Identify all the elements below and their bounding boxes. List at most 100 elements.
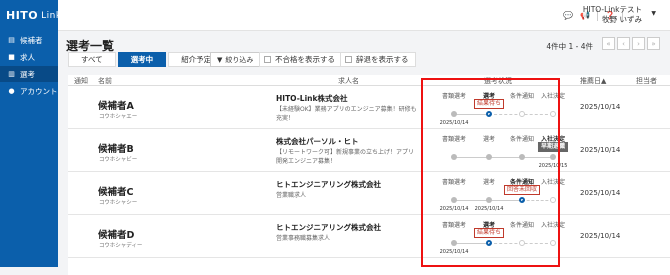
selection-progress: 書類選考 選考 条件通知 入社決定 結果待ち 2025/10/14 — [430, 86, 565, 129]
stage-label: 書類選考 — [441, 136, 467, 143]
candidate-kana: コウホシャビー — [99, 157, 138, 163]
progress-line — [522, 200, 553, 201]
stage-label: 条件通知 — [509, 222, 535, 229]
book-icon: ▥ — [8, 70, 15, 78]
stage-dot — [451, 154, 457, 160]
checkbox-box — [264, 56, 271, 63]
prev-page-icon[interactable]: ‹ — [617, 37, 630, 50]
stage-date: 2025/10/14 — [439, 206, 469, 212]
filter-label: 絞り込み — [225, 55, 254, 64]
stage-label: 選考 — [482, 179, 496, 186]
sidebar-item-candidates[interactable]: ▤ 候補者 — [0, 32, 58, 48]
stage-date: 2025/10/14 — [439, 120, 469, 126]
sidebar-item-label: 候補者 — [20, 35, 43, 45]
tab-all[interactable]: すべて — [68, 52, 116, 67]
logo[interactable]: HITO Link — [0, 0, 61, 31]
briefcase-icon: ■ — [8, 53, 15, 61]
stage-dot — [550, 154, 556, 160]
logo-text: HITO — [6, 9, 39, 22]
recommend-date: 2025/10/14 — [580, 103, 621, 111]
col-status[interactable]: 選考状況 — [484, 76, 512, 86]
candidate-name[interactable]: 候補者A — [98, 98, 134, 112]
stage-label: 書類選考 — [441, 179, 467, 186]
sidebar-item-jobs[interactable]: ■ 求人 — [0, 49, 58, 65]
job-title[interactable]: 営業職求人 — [276, 191, 418, 200]
sidebar-item-selection[interactable]: ▥ 選考 — [0, 66, 58, 82]
stage-dot-current — [519, 197, 525, 203]
chevron-down-icon[interactable]: ▼ — [651, 10, 656, 17]
stage-dot — [519, 111, 525, 117]
company-name[interactable]: 株式会社パーソル・ヒト — [276, 136, 359, 147]
candidate-name[interactable]: 候補者D — [98, 227, 134, 241]
stage-dot — [550, 240, 556, 246]
show-rejected-checkbox[interactable]: 不合格を表示する — [259, 52, 342, 67]
table-row[interactable]: 候補者B コウホシャビー 株式会社パーソル・ヒト 【リモートワーク可】新規事業の… — [68, 129, 670, 172]
chat-icon[interactable]: 💬 — [563, 11, 573, 20]
candidate-name[interactable]: 候補者B — [98, 141, 134, 155]
stage-dot-current — [486, 240, 492, 246]
table-row[interactable]: 候補者D コウホシャディー ヒトエンジニアリング株式会社 営業事務職募集求人 書… — [68, 215, 670, 258]
stage-date: 2025/10/14 — [439, 249, 469, 255]
job-title[interactable]: 【リモートワーク可】新規事業の立ち上げ！アプリ開発エンジニア募集！ — [276, 148, 418, 166]
stage-label: 入社決定 — [540, 179, 566, 186]
status-badge: 回答未回収 — [503, 185, 541, 195]
sidebar-item-account[interactable]: ● アカウント — [0, 83, 58, 99]
user-menu[interactable]: HITO-Linkテスト 牧野 いずみ — [583, 5, 642, 25]
next-page-icon[interactable]: › — [632, 37, 645, 50]
sidebar: HITO Link ▤ 候補者 ■ 求人 ▥ 選考 ● アカウント — [0, 0, 61, 267]
filter-button[interactable]: ▼ 絞り込み — [210, 52, 261, 67]
col-label: 推薦日 — [580, 77, 601, 85]
candidate-name[interactable]: 候補者C — [98, 184, 133, 198]
status-badge: 結果待ち — [473, 228, 505, 238]
user-name: 牧野 いずみ — [602, 15, 642, 24]
table-row[interactable]: 候補者C コウホシャシー ヒトエンジニアリング株式会社 営業職求人 書類選考 選… — [68, 172, 670, 215]
job-title[interactable]: 営業事務職募集求人 — [276, 234, 418, 243]
progress-line — [454, 114, 489, 115]
stage-date: 2025/10/14 — [474, 206, 504, 212]
main-content: 選考一覧 4件中 1 - 4件 « ‹ › » すべて 選考中 紹介予定 ▼ 絞… — [58, 31, 670, 275]
candidate-kana: コウホシャシー — [99, 200, 138, 206]
tab-in-progress[interactable]: 選考中 — [117, 52, 167, 67]
company-name[interactable]: HITO-Link株式会社 — [276, 93, 348, 104]
selection-table: 通知 名前 求人名 選考状況 推薦日▲ 担当者 候補者A コウホシャエー HIT… — [68, 75, 670, 275]
status-badge: 結果待ち — [473, 99, 505, 109]
candidate-kana: コウホシャエー — [99, 114, 138, 120]
status-badge: 早期退職 — [537, 142, 569, 152]
person-icon: ● — [8, 87, 15, 95]
selection-progress: 書類選考 選考 条件通知 入社決定 回答未回収 2025/10/14 2025/… — [430, 172, 565, 215]
company-name[interactable]: ヒトエンジニアリング株式会社 — [276, 222, 381, 233]
checkbox-label: 不合格を表示する — [275, 55, 335, 64]
stage-dot-current — [486, 111, 492, 117]
progress-line — [454, 157, 553, 158]
sidebar-item-label: 選考 — [20, 69, 35, 79]
table-row[interactable]: 候補者A コウホシャエー HITO-Link株式会社 【未経験OK】業務アプリの… — [68, 86, 670, 129]
col-owner[interactable]: 担当者 — [636, 76, 657, 86]
stage-label: 選考 — [482, 136, 496, 143]
stage-dot — [519, 154, 525, 160]
show-declined-checkbox[interactable]: 辞退を表示する — [340, 52, 416, 67]
tabs: すべて 選考中 紹介予定 — [68, 52, 226, 67]
topbar: 💬 📢 ❓ HITO-Linkテスト 牧野 いずみ ▼ — [58, 0, 670, 31]
stage-dot — [451, 197, 457, 203]
stage-dot — [451, 111, 457, 117]
recommend-date: 2025/10/14 — [580, 189, 621, 197]
document-icon: ▤ — [8, 36, 15, 44]
company-name[interactable]: ヒトエンジニアリング株式会社 — [276, 179, 381, 190]
col-recommend-date[interactable]: 推薦日▲ — [580, 76, 606, 86]
checkbox-label: 辞退を表示する — [356, 55, 409, 64]
last-page-icon[interactable]: » — [647, 37, 660, 50]
stage-dot — [486, 197, 492, 203]
pager-info: 4件中 1 - 4件 — [546, 42, 593, 51]
col-notify[interactable]: 通知 — [74, 76, 88, 86]
stage-date: 2025/10/15 — [538, 163, 568, 169]
col-name[interactable]: 名前 — [98, 76, 112, 86]
sidebar-item-label: 求人 — [20, 52, 35, 62]
stage-label: 条件通知 — [509, 136, 535, 143]
first-page-icon[interactable]: « — [602, 37, 615, 50]
col-job[interactable]: 求人名 — [338, 76, 359, 86]
pagination: « ‹ › » — [602, 37, 660, 50]
stage-dot — [550, 197, 556, 203]
stage-label: 書類選考 — [441, 93, 467, 100]
selection-progress: 書類選考 選考 条件通知 入社決定 早期退職 2025/10/15 — [430, 129, 569, 172]
job-title[interactable]: 【未経験OK】業務アプリのエンジニア募集！研修も充実！ — [276, 105, 418, 123]
